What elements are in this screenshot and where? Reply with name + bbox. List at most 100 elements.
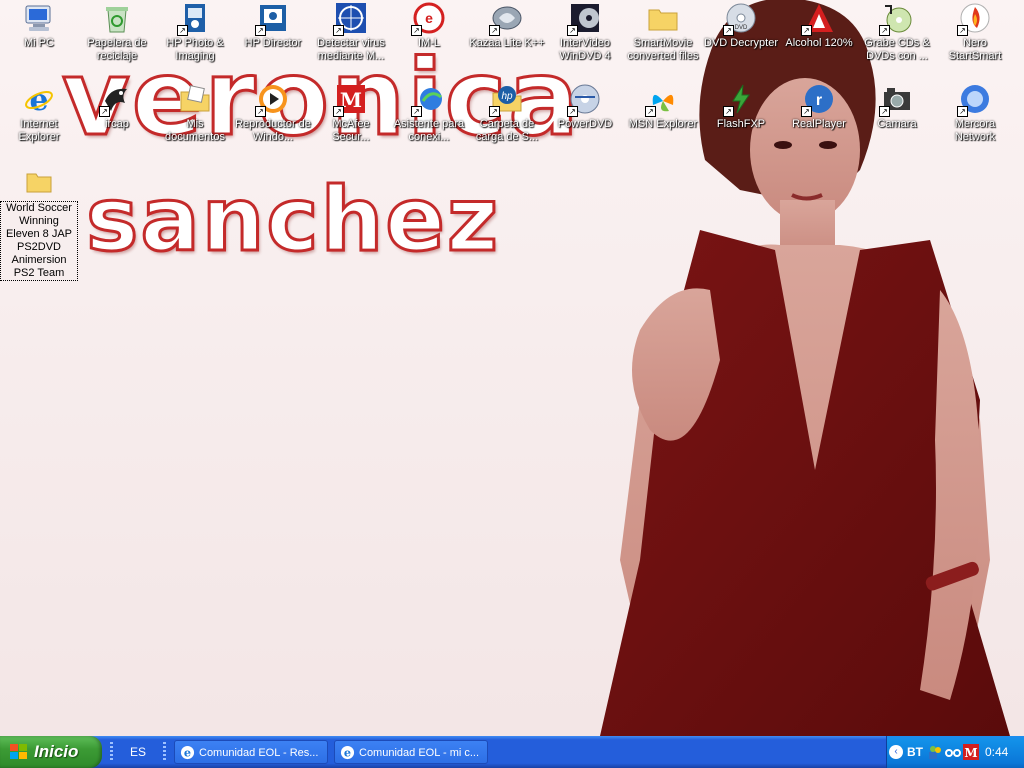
clock[interactable]: 0:44	[985, 736, 1008, 768]
desktop-icon-kazaa[interactable]: ↗ Kazaa Lite K++	[468, 2, 546, 50]
realplayer-icon: r ↗	[801, 83, 835, 117]
taskbar: Inicio ES e Comunidad EOL - Res... e Com…	[0, 736, 1024, 768]
icon-label: Asistente para conexi...	[393, 118, 465, 143]
shortcut-arrow-icon: ↗	[177, 25, 188, 36]
svg-text:e: e	[29, 83, 48, 115]
shortcut-arrow-icon: ↗	[411, 106, 422, 117]
cd-burn-icon: ↗	[879, 2, 913, 36]
folder-icon	[647, 2, 679, 34]
desktop-icon-powerdvd[interactable]: ↗ PowerDVD	[546, 83, 624, 131]
icon-label: Internet Explorer	[18, 118, 60, 143]
icon-label: MSN Explorer	[628, 118, 698, 130]
internet-explorer-icon: e	[180, 745, 195, 759]
icon-label: Mis documentos	[165, 118, 225, 143]
desktop-icon-world-soccer-folder[interactable]: World Soccer Winning Eleven 8 JAP PS2DVD…	[0, 166, 78, 281]
svg-text:r: r	[816, 92, 822, 109]
svg-text:e: e	[344, 745, 351, 759]
shortcut-arrow-icon: ↗	[333, 106, 344, 117]
flashfxp-icon: ↗	[723, 83, 757, 117]
toolbar-grip[interactable]	[110, 742, 113, 762]
desktop-icon-flashfxp[interactable]: ↗ FlashFXP	[702, 83, 780, 131]
recycle-bin-icon	[101, 2, 133, 34]
shortcut-arrow-icon: ↗	[957, 106, 968, 117]
icon-label: RealPlayer	[792, 118, 846, 130]
shortcut-arrow-icon: ↗	[99, 106, 110, 117]
desktop-icon-hp-photo[interactable]: ↗ HP Photo & Imaging	[156, 2, 234, 63]
shortcut-arrow-icon: ↗	[255, 25, 266, 36]
windvd-icon: ↗	[567, 2, 601, 36]
mcafee-tray-icon[interactable]: M	[963, 744, 979, 760]
desktop-icon-nero[interactable]: ↗ Nero StartSmart	[936, 2, 1014, 63]
desktop-icon-alcohol[interactable]: ↗ Alcohol 120%	[780, 2, 858, 50]
icon-label: InterVideo WinDVD 4	[559, 37, 611, 62]
icon-label: HP Photo & Imaging	[166, 37, 224, 62]
bt-tray-label[interactable]: BT	[907, 745, 923, 759]
shortcut-arrow-icon: ↗	[801, 25, 812, 36]
svg-text:hp: hp	[501, 91, 513, 102]
icon-label: IM-L	[418, 37, 440, 49]
desktop-icon-hp-upload-folder[interactable]: hp ↗ Carpeta de carga de S...	[468, 83, 546, 144]
shortcut-arrow-icon: ↗	[723, 106, 734, 117]
start-button[interactable]: Inicio	[0, 736, 102, 768]
shortcut-arrow-icon: ↗	[333, 25, 344, 36]
icon-label: Kazaa Lite K++	[469, 37, 545, 49]
desktop-icon-hp-director[interactable]: ↗ HP Director	[234, 2, 312, 50]
connection-wizard-icon: ↗	[411, 83, 445, 117]
desktop-icon-windvd[interactable]: ↗ InterVideo WinDVD 4	[546, 2, 624, 63]
desktop-icon-connection-wizard[interactable]: ↗ Asistente para conexi...	[390, 83, 468, 144]
desktop-icon-cd-burn[interactable]: ↗ Grabe CDs & DVDs con ...	[858, 2, 936, 63]
desktop-icon-im-l[interactable]: e ↗ IM-L	[390, 2, 468, 50]
icon-label: McAfee Secur...	[332, 118, 370, 143]
desktop-icon-internet-explorer[interactable]: e Internet Explorer	[0, 83, 78, 144]
desktop-icon-my-computer[interactable]: Mi PC	[0, 2, 78, 50]
taskbar-button-eol-1[interactable]: e Comunidad EOL - Res...	[174, 740, 328, 764]
shortcut-arrow-icon: ↗	[489, 25, 500, 36]
shortcut-arrow-icon: ↗	[879, 25, 890, 36]
dvd-decrypter-icon: DVD ↗	[723, 2, 757, 36]
desktop-icon-smartmovie-folder[interactable]: SmartMovie converted files	[624, 2, 702, 63]
start-label: Inicio	[34, 742, 79, 761]
icon-label: DVD Decrypter	[704, 37, 778, 49]
ircap-icon: ↗	[99, 83, 133, 117]
mercora-icon: ↗	[957, 83, 991, 117]
my-computer-icon	[23, 2, 55, 34]
shortcut-arrow-icon: ↗	[723, 25, 734, 36]
desktop-icon-camera[interactable]: ↗ Camara	[858, 83, 936, 131]
desktop-icon-my-documents[interactable]: Mis documentos	[156, 83, 234, 144]
hp-director-icon: ↗	[255, 2, 289, 36]
desktop[interactable]: veronica sanchez Mi PC Papelera de recic…	[0, 0, 1024, 736]
virus-scan-icon: ↗	[333, 2, 367, 36]
icon-label: Mi PC	[24, 37, 54, 49]
desktop-icon-msn[interactable]: ↗ MSN Explorer	[624, 83, 702, 131]
shortcut-arrow-icon: ↗	[801, 106, 812, 117]
camera-icon: ↗	[879, 83, 913, 117]
kazaa-icon: ↗	[489, 2, 523, 36]
language-indicator[interactable]: ES	[118, 736, 158, 768]
toolbar-grip[interactable]	[163, 742, 166, 762]
shortcut-arrow-icon: ↗	[879, 106, 890, 117]
show-hidden-icons-chevron-icon[interactable]: ‹	[889, 745, 903, 759]
icon-label: World Soccer Winning Eleven 8 JAP PS2DVD…	[0, 201, 78, 281]
network-users-icon[interactable]	[927, 744, 943, 760]
glasses-icon[interactable]	[945, 744, 961, 760]
mcafee-icon: M ↗	[333, 83, 367, 117]
svg-text:M: M	[964, 746, 977, 760]
icon-label: Nero StartSmart	[948, 37, 1002, 62]
desktop-icon-ircap[interactable]: ↗ ircap	[78, 83, 156, 131]
icon-label: Carpeta de carga de S...	[475, 118, 539, 143]
desktop-icon-realplayer[interactable]: r ↗ RealPlayer	[780, 83, 858, 131]
desktop-icon-virus-scan[interactable]: ↗ Detectar virus mediante M...	[312, 2, 390, 63]
media-player-icon: ↗	[255, 83, 289, 117]
desktop-icon-media-player[interactable]: ↗ Reproductor de Windo...	[234, 83, 312, 144]
icon-label: FlashFXP	[716, 118, 766, 130]
taskbar-button-eol-2[interactable]: e Comunidad EOL - mi c...	[334, 740, 488, 764]
desktop-icon-mcafee[interactable]: M ↗ McAfee Secur...	[312, 83, 390, 144]
desktop-icon-recycle-bin[interactable]: Papelera de reciclaje	[78, 2, 156, 63]
alcohol-icon: ↗	[801, 2, 835, 36]
desktop-icon-mercora[interactable]: ↗ Mercora Network	[936, 83, 1014, 144]
icon-label: Camara	[877, 118, 917, 130]
icon-label: HP Director	[244, 37, 302, 49]
shortcut-arrow-icon: ↗	[255, 106, 266, 117]
desktop-icon-dvd-decrypter[interactable]: DVD ↗ DVD Decrypter	[702, 2, 780, 50]
internet-explorer-icon: e	[340, 745, 355, 759]
